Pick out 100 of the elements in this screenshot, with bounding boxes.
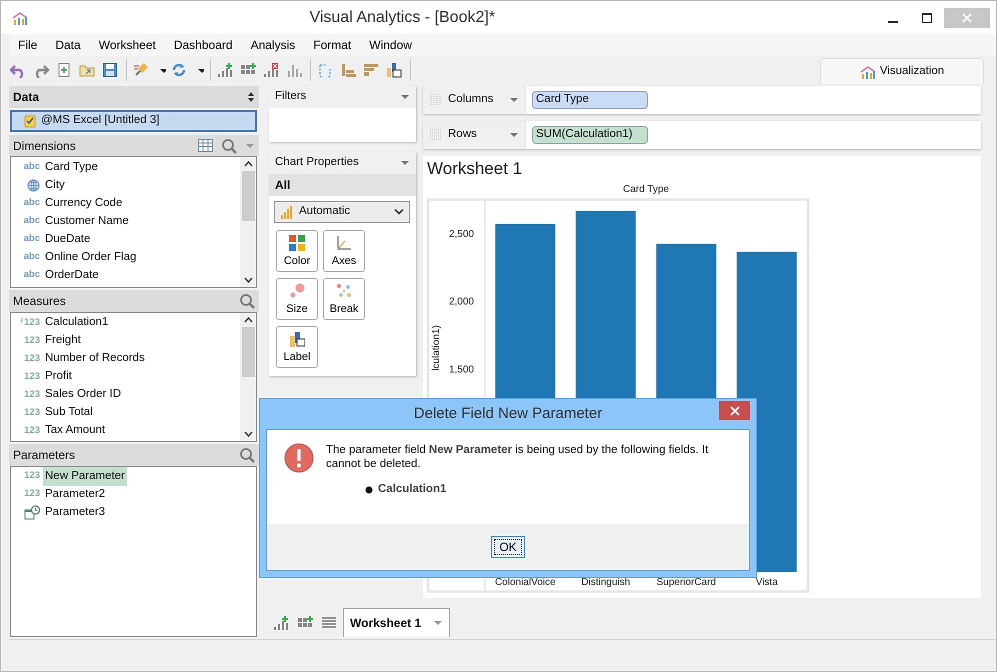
menu-item[interactable]: Window [360,36,421,54]
type-label: 123 [23,424,40,438]
columns-grip-icon [429,93,443,107]
error-icon [284,443,314,473]
dropdown-icon[interactable] [400,94,410,100]
size-circles-icon [289,282,305,298]
section-label: All [269,174,416,196]
menu-item[interactable]: Dashboard [164,36,242,54]
field-item[interactable]: New Parameter [43,466,127,486]
close-button[interactable] [719,401,750,420]
field-item[interactable]: Currency Code [43,194,124,214]
field-item[interactable]: Freight [43,331,83,351]
menu-item[interactable]: Worksheet [90,36,165,54]
chart-icon[interactable] [286,62,304,78]
search-icon[interactable] [221,138,237,154]
axis-tick-label: 2,500 [448,228,474,240]
plug-icon[interactable] [133,62,151,78]
chart-title: Card Type [623,184,669,195]
mark-property-button[interactable]: Axes [323,230,365,272]
formula-icon [20,316,24,325]
field-item[interactable]: Online Order Flag [43,248,138,268]
minimize-icon [888,20,898,22]
type-label: 123 [23,469,40,484]
field-item[interactable]: Parameter3 [43,502,108,522]
field-item[interactable]: Number of Records [43,349,147,369]
axes-icon [336,234,352,250]
save-icon[interactable] [102,62,120,78]
mark-property-button[interactable]: Label [276,326,318,368]
field-item[interactable]: Calculation1 [43,313,110,333]
dropdown-icon[interactable] [433,620,444,626]
field-name: Calculation1 [378,482,446,497]
label-bars-icon [289,330,305,346]
list-icon[interactable] [321,616,337,630]
type-label: abc [22,214,40,228]
field-item[interactable]: DueDate [43,230,92,250]
field-item[interactable]: Tax Amount [43,421,108,441]
worksheet-title: Worksheet 1 [427,158,524,180]
field-item[interactable]: Parameter2 [43,484,108,504]
app-logo-icon [11,10,29,26]
break-dots-icon [336,282,352,298]
scrollbar-thumb[interactable] [242,171,254,222]
close-icon [730,406,740,416]
type-label: 123 [23,370,40,384]
type-label: abc [22,160,40,174]
sort-bars-icon[interactable] [340,62,358,78]
table-view-icon[interactable] [198,139,213,152]
field-item[interactable]: OrderDate [43,266,101,286]
type-label: 123 [23,487,40,502]
data-source-item[interactable]: @MS Excel [Untitled 3] [10,110,257,132]
legend-icon[interactable] [386,62,404,78]
menu-item[interactable]: Format [304,36,360,54]
dropdown-icon[interactable] [245,142,255,150]
maximize-icon [922,12,932,22]
field-pill[interactable]: Card Type [532,91,648,109]
add-chart-icon[interactable] [273,615,291,631]
dropdown-icon[interactable] [509,97,519,103]
scrollbar-thumb[interactable] [242,327,254,377]
mark-property-button[interactable]: Break [323,278,365,320]
type-label: abc [22,268,40,282]
menu-item[interactable]: Analysis [242,36,304,54]
field-pill[interactable]: SUM(Calculation1) [532,126,648,144]
delete-chart-icon[interactable] [263,62,281,78]
dropdown-icon[interactable] [509,132,519,138]
axis-tick-label: 1,500 [448,364,474,376]
add-chart-icon[interactable] [217,62,235,78]
mark-property-button[interactable]: Color [276,230,318,272]
ok-button[interactable]: OK [491,536,525,558]
search-icon[interactable] [239,446,255,463]
menu-item[interactable]: File [9,36,46,54]
panel-title: Dimensions [13,138,76,155]
category-label: Vista [756,577,778,588]
field-item[interactable]: Sub Total [43,403,95,423]
close-icon [962,12,972,22]
redo-icon[interactable] [33,62,51,78]
field-item[interactable]: Profit [43,367,74,387]
horizontal-bars-icon[interactable] [363,62,381,78]
mark-type-dropdown[interactable]: Automatic [274,201,410,223]
field-item[interactable]: Sales Order ID [43,385,124,405]
globe-icon [27,178,40,192]
field-item[interactable]: City [43,176,67,196]
mark-property-button[interactable]: Size [276,278,318,320]
sort-icon[interactable] [247,90,255,103]
menu-item[interactable]: Data [46,36,90,54]
category-label: ColonialVoice [494,577,556,588]
axis-title: lculation1) [431,325,442,371]
chevron-down-icon [394,208,404,216]
dropdown-icon[interactable] [400,160,410,166]
field-item[interactable]: Customer Name [43,212,131,232]
panel-title: Chart Properties [275,155,359,170]
field-item[interactable]: Card Type [43,158,100,178]
rows-grip-icon [429,128,443,142]
type-label: 123 [23,388,40,402]
dialog-message: The parameter field New Parameter is being used by the following fields. It cannot be deleted. [326,443,710,472]
color-squares-icon [289,234,305,250]
chart-logo-icon [860,64,876,78]
type-label: 123 [23,406,40,420]
bullet-icon [365,486,373,494]
sheet-tab[interactable]: Worksheet 1 [343,608,450,637]
panel-title: Data [13,88,40,106]
view-tab[interactable]: Visualization [820,58,984,84]
